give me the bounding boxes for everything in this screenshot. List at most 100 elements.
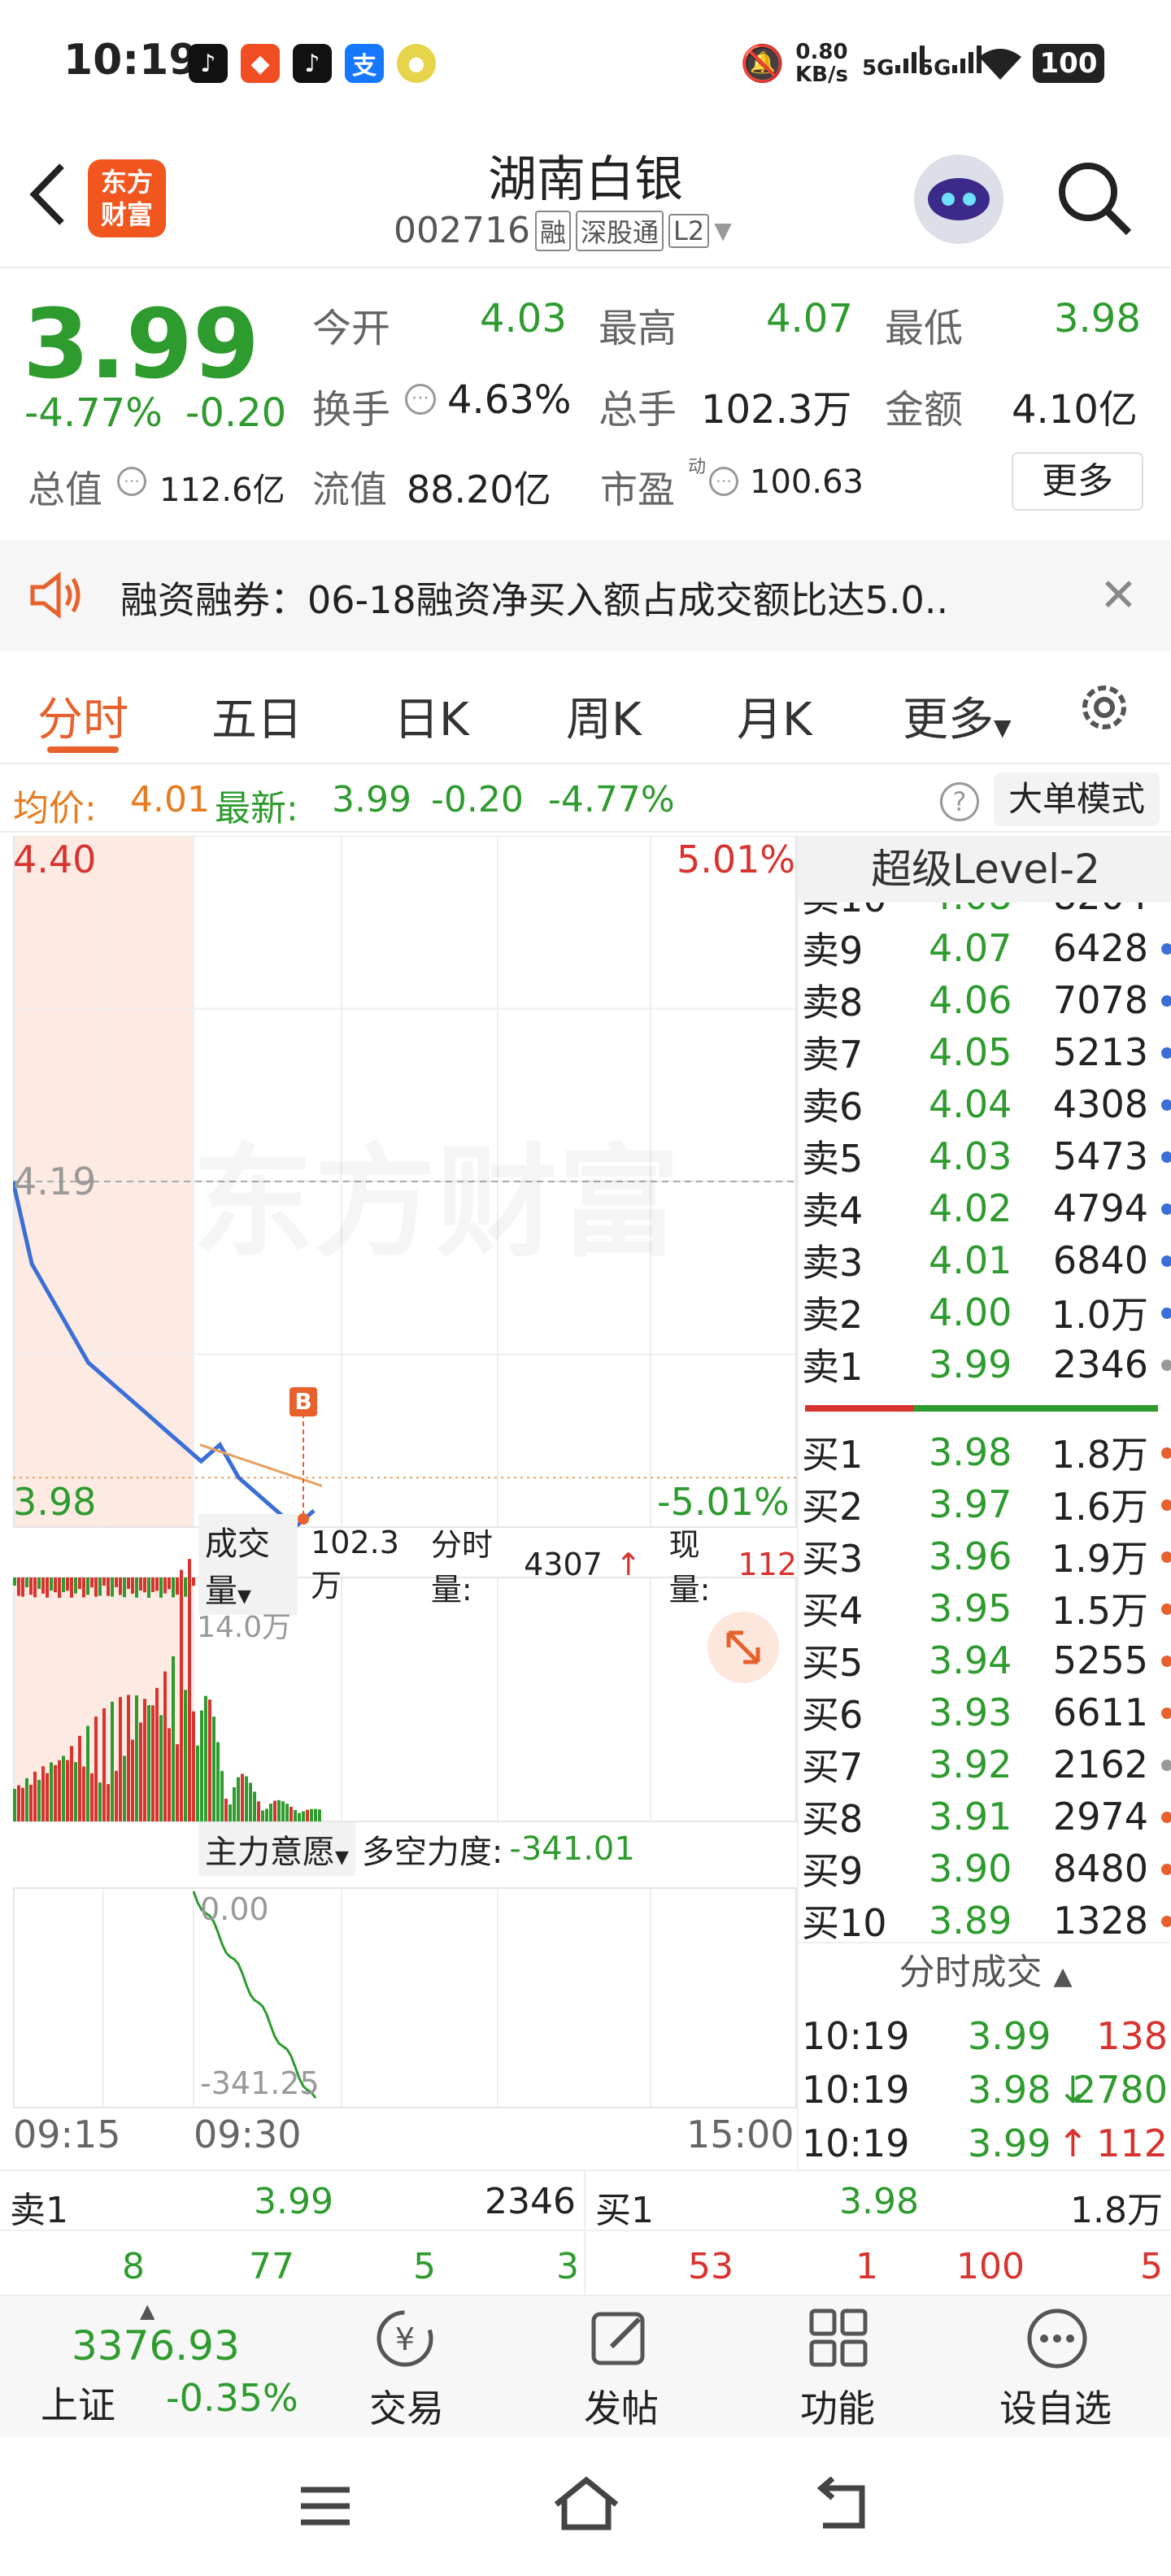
volume-bar (102, 1708, 106, 1821)
volume-bar (302, 1811, 305, 1821)
bid-row[interactable]: 买9 3.90 8480 (799, 1843, 1171, 1895)
tab-more[interactable]: 更多▼ (903, 683, 1012, 749)
gear-icon[interactable] (1075, 678, 1134, 740)
volume-bar-top (90, 1577, 94, 1588)
tab-5day[interactable]: 五日 (211, 683, 303, 749)
ask-row[interactable]: 卖9 4.07 6428 (799, 922, 1171, 974)
volume-bar (151, 1705, 155, 1821)
notice-bar[interactable]: 融资融券：06-18融资净买入额占成交额比达5.0.. ✕ (0, 540, 1171, 651)
volume-bar (204, 1695, 207, 1821)
bid-row[interactable]: 买4 3.95 1.5万 (799, 1582, 1171, 1634)
tab-daily[interactable]: 日K (394, 683, 469, 749)
volume-bar (90, 1773, 94, 1821)
volume-bar (98, 1782, 102, 1821)
volume-bar (241, 1773, 244, 1821)
volume-bar (212, 1717, 215, 1821)
vol-fen-label: 分时量: (430, 1527, 493, 1608)
bid-row[interactable]: 买3 3.96 1.9万 (799, 1530, 1171, 1582)
bid-row[interactable]: 买10 3.89 1328 (799, 1895, 1171, 1947)
menu-icon[interactable] (296, 2482, 355, 2534)
nav-trade[interactable]: 交易 (325, 2379, 488, 2433)
ask-row[interactable]: 卖4 4.02 4794 (799, 1182, 1171, 1234)
speaker-icon (28, 569, 86, 624)
robot-avatar[interactable] (914, 154, 1003, 244)
ask-row[interactable]: 卖7 4.05 5213 (799, 1026, 1171, 1078)
main-bot-label: -341.25 (200, 2065, 320, 2101)
main-force-selector[interactable]: 主力意愿▼ (198, 1822, 355, 1876)
open-value: 4.03 (480, 296, 567, 342)
big-order-mode-button[interactable]: 大单模式 (994, 772, 1160, 826)
bq-sell-label: 卖1 (10, 2190, 68, 2231)
ask-price: 4.07 (929, 926, 1012, 970)
mktcap-info-icon[interactable]: ⋯ (117, 467, 146, 496)
tab-intraday[interactable]: 分时 (37, 683, 128, 749)
ask-price: 4.08 (929, 903, 1012, 918)
bid-row[interactable]: 买8 3.91 2974 (799, 1791, 1171, 1843)
current-price: 3.99 (23, 288, 260, 400)
home-icon[interactable] (550, 2474, 623, 2537)
bq-sell-n1: 8 (122, 2246, 145, 2287)
ask-row[interactable]: 卖2 4.00 1.0万 (799, 1286, 1171, 1338)
close-icon[interactable]: ✕ (1099, 569, 1138, 622)
trades-header[interactable]: 分时成交 ▲ (799, 1942, 1171, 2000)
stock-subtitle[interactable]: 002716 融 深股通 L2 ▼ (394, 210, 732, 251)
bid-volume: 1.9万 (1051, 1537, 1148, 1581)
bid-price: 3.91 (929, 1795, 1012, 1838)
volume-bar (261, 1810, 264, 1821)
bid-row[interactable]: 买6 3.93 6611 (799, 1686, 1171, 1738)
ask-row[interactable]: 卖10 4.08 8204 (799, 903, 1171, 922)
volume-bar (172, 1656, 175, 1821)
bid-row[interactable]: 买7 3.92 2162 (799, 1738, 1171, 1791)
bottom-quotes: 卖1 3.99 2346 买1 3.98 1.8万 8 77 5 3 53 1 … (0, 2169, 1171, 2298)
ask-level: 卖7 (802, 1033, 864, 1077)
ask-volume: 1.0万 (1051, 1293, 1148, 1337)
index-pct: -0.35% (166, 2376, 298, 2420)
volume-bar (229, 1804, 232, 1821)
ask-row[interactable]: 卖3 4.01 6840 (799, 1234, 1171, 1286)
volume-bar (155, 1687, 159, 1821)
index-widget[interactable]: ▲ 3376.93 上证 -0.35% (0, 2295, 309, 2438)
ls-value: -341.01 (509, 1830, 635, 1868)
volume-selector[interactable]: 成交量▼ (198, 1514, 298, 1615)
avg-value: 4.01 (130, 779, 210, 820)
ask-row[interactable]: 卖5 4.03 5473 (799, 1130, 1171, 1182)
app-yellow-icon: ● (397, 44, 436, 83)
ask-row[interactable]: 卖8 4.06 7078 (799, 974, 1171, 1026)
bid-volume: 2162 (1052, 1743, 1148, 1786)
ask-row[interactable]: 卖1 3.99 2346 (799, 1338, 1171, 1390)
search-icon[interactable] (1054, 158, 1135, 242)
time-start: 09:15 (13, 2113, 121, 2156)
tab-monthly[interactable]: 月K (737, 683, 812, 749)
volume-bar (314, 1808, 317, 1821)
nav-function[interactable]: 功能 (756, 2379, 919, 2433)
bid-dot (1161, 1551, 1171, 1563)
volume-bar (310, 1808, 313, 1821)
more-button[interactable]: 更多 (1012, 452, 1143, 511)
buy-marker-b[interactable]: B (289, 1387, 317, 1416)
watermark: 东方财富 (192, 1104, 680, 1281)
chart-area[interactable]: 4.40 5.01% 4.19 3.98 -5.01% 东方财富 B 成交量▼ … (11, 835, 797, 2169)
bq-buy-n4: 5 (1140, 2246, 1163, 2287)
volume-bar-top (135, 1577, 138, 1598)
tab-weekly[interactable]: 周K (566, 683, 642, 749)
volume-bar (127, 1695, 130, 1821)
ask-row[interactable]: 卖6 4.04 4308 (799, 1078, 1171, 1130)
bid-row[interactable]: 买2 3.97 1.6万 (799, 1478, 1171, 1530)
bid-row[interactable]: 买1 3.98 1.8万 (799, 1426, 1171, 1478)
volume-bar (66, 1760, 69, 1821)
pe-info-icon[interactable]: ⋯ (709, 467, 738, 496)
level2-title[interactable]: 超级Level-2 (799, 836, 1171, 903)
back-nav-icon[interactable] (810, 2476, 875, 2537)
help-icon[interactable]: ? (940, 782, 979, 821)
bid-row[interactable]: 买5 3.94 5255 (799, 1634, 1171, 1686)
index-name: 上证 (41, 2383, 115, 2427)
ask-level: 卖4 (802, 1189, 864, 1233)
quote-panel: 3.99 -4.77% -0.20 今开 4.03 最高 4.07 最低 3.9… (0, 268, 1171, 537)
info-icon[interactable]: ⋯ (405, 384, 436, 415)
bid-level: 买5 (802, 1641, 864, 1685)
app-root: 10:19 ♪ ◆ ♪ 支 ● 🔕 0.80 KB/s 5G 5G 100 东方 … (0, 0, 1171, 2576)
nav-post[interactable]: 发帖 (540, 2379, 703, 2433)
nav-watchlist[interactable]: 设自选 (974, 2379, 1137, 2433)
svg-text:¥: ¥ (395, 2321, 415, 2357)
expand-icon[interactable] (707, 1612, 779, 1683)
